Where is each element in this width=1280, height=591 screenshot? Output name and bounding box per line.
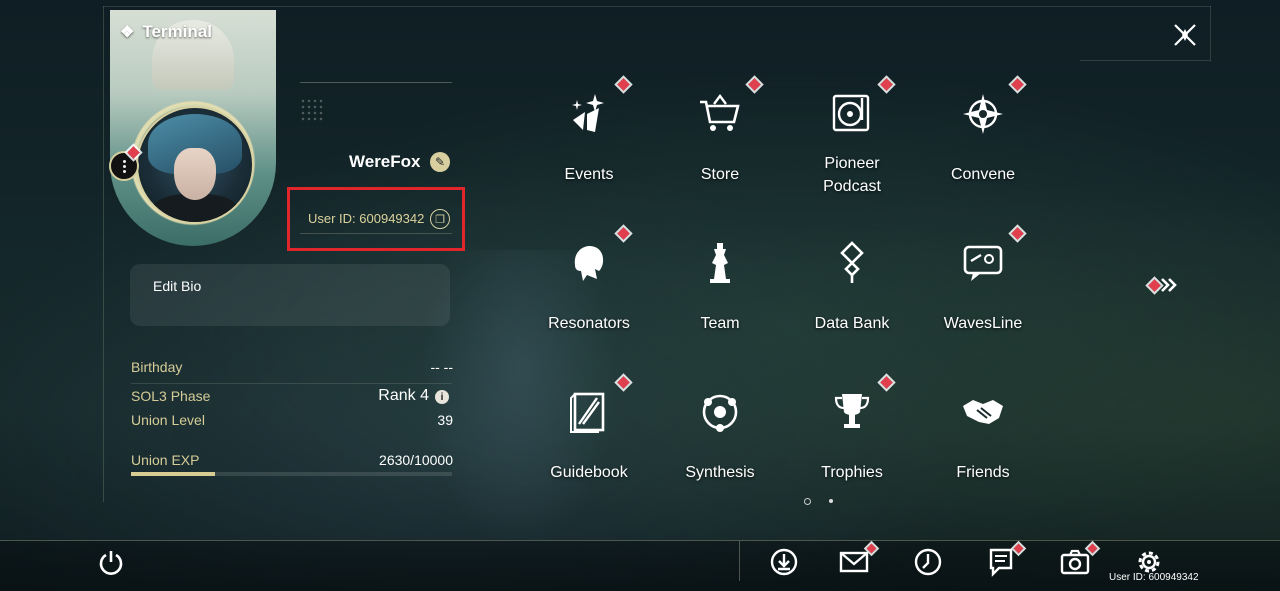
- chat-bubble-icon: [959, 239, 1007, 287]
- union-level-value: 39: [437, 412, 453, 428]
- menu-tile-label: Friends: [956, 464, 1010, 481]
- menu-tile-label: Data Bank: [814, 315, 890, 332]
- menu-tile-synthesis[interactable]: Synthesis: [660, 374, 780, 504]
- menu-tile-events[interactable]: Events: [529, 76, 649, 206]
- menu-tile-label: Trophies: [821, 464, 883, 481]
- union-level-label: Union Level: [131, 412, 205, 428]
- copy-icon: ❐: [435, 213, 445, 226]
- username: WereFox: [349, 152, 421, 171]
- divider: [131, 383, 452, 384]
- union-exp-fill: [131, 472, 216, 476]
- user-id: User ID: 600949342: [308, 211, 425, 226]
- frame-line: [1210, 6, 1211, 62]
- portrait-card: [110, 10, 276, 246]
- close-button[interactable]: [1170, 20, 1200, 50]
- frame-line: [103, 6, 104, 502]
- handshake-icon: [959, 388, 1007, 436]
- menu-tile-label: Team: [700, 315, 740, 332]
- chess-pieces-icon: [696, 239, 744, 287]
- menu-tile-label: Events: [564, 166, 614, 183]
- camera-icon: [1060, 549, 1090, 575]
- menu-tile-store[interactable]: Store: [660, 76, 780, 206]
- trophy-icon: [828, 388, 876, 436]
- close-icon: [1174, 24, 1196, 46]
- mail-icon: [839, 551, 869, 573]
- menu-tile-convene[interactable]: Convene: [923, 76, 1043, 206]
- copy-id-button[interactable]: ❐: [430, 209, 450, 229]
- union-exp-label: Union EXP: [131, 452, 200, 468]
- page-title: ❖ Terminal: [120, 22, 212, 42]
- notice-icon: [989, 548, 1013, 577]
- sparkle-shards-icon: [565, 90, 613, 138]
- menu-tile-label: Store: [700, 166, 740, 183]
- clock-icon: [914, 548, 942, 576]
- birthday-label: Birthday: [131, 359, 183, 375]
- menu-tile-label: Pioneer Podcast: [823, 155, 881, 195]
- download-icon: [770, 548, 798, 576]
- union-exp-bar: [131, 472, 452, 476]
- compass-star-icon: [959, 90, 1007, 138]
- divider: [300, 233, 452, 234]
- menu-tile-team[interactable]: Team: [660, 225, 780, 355]
- menu-tile-trophies[interactable]: Trophies: [792, 374, 912, 504]
- menu-tile-friends[interactable]: Friends: [923, 374, 1043, 504]
- divider: [739, 541, 740, 581]
- pencil-icon: ✎: [434, 155, 446, 169]
- menu-tile-resonators[interactable]: Resonators: [529, 225, 649, 355]
- page-indicator[interactable]: [829, 499, 833, 503]
- avatar[interactable]: [136, 106, 254, 224]
- mail-button[interactable]: [838, 546, 870, 578]
- power-icon: [99, 551, 123, 575]
- menu-tile-guidebook[interactable]: Guidebook: [529, 374, 649, 504]
- camera-button[interactable]: [1059, 546, 1091, 578]
- sol3-phase-label: SOL3 Phase: [131, 388, 211, 404]
- character-head-icon: [565, 239, 613, 287]
- diamond-cluster-icon: ❖: [120, 24, 135, 41]
- menu-tile-label: Convene: [950, 166, 1016, 183]
- menu-tile-label: Synthesis: [685, 464, 755, 481]
- page-indicator[interactable]: [804, 498, 811, 505]
- edit-name-button[interactable]: ✎: [430, 152, 450, 172]
- union-exp-value: 2630/10000: [379, 452, 453, 468]
- footer-user-id: User ID: 600949342: [1109, 572, 1199, 583]
- notice-button[interactable]: [985, 546, 1017, 578]
- double-chevron-right-icon: [1161, 278, 1177, 292]
- menu-tile-wavesline[interactable]: WavesLine: [923, 225, 1043, 355]
- menu-tile-pioneer-podcast[interactable]: Pioneer Podcast: [792, 76, 912, 206]
- sol3-phase-value: Rank 4: [378, 387, 429, 404]
- decorative-dots: [300, 98, 324, 122]
- data-bank-icon: [828, 239, 876, 287]
- next-page-button[interactable]: [1148, 275, 1182, 295]
- info-icon[interactable]: i: [435, 390, 449, 404]
- download-button[interactable]: [768, 546, 800, 578]
- shopping-cart-icon: [696, 90, 744, 138]
- edit-bio-label: Edit Bio: [153, 278, 202, 294]
- synthesis-orb-icon: [696, 388, 744, 436]
- frame-line: [103, 6, 1211, 7]
- guidebook-icon: [565, 388, 613, 436]
- edit-bio-field[interactable]: [130, 264, 450, 326]
- menu-tile-label: Resonators: [548, 315, 630, 332]
- clock-button[interactable]: [912, 546, 944, 578]
- record-player-icon: [828, 90, 876, 138]
- power-button[interactable]: [95, 546, 127, 578]
- menu-tile-label: WavesLine: [943, 315, 1023, 332]
- terminal-title-text: Terminal: [142, 22, 212, 41]
- menu-tile-label: Guidebook: [550, 464, 628, 481]
- menu-tile-data-bank[interactable]: Data Bank: [792, 225, 912, 355]
- divider: [300, 82, 452, 83]
- birthday-value: -- --: [430, 359, 453, 375]
- frame-line: [1080, 60, 1210, 61]
